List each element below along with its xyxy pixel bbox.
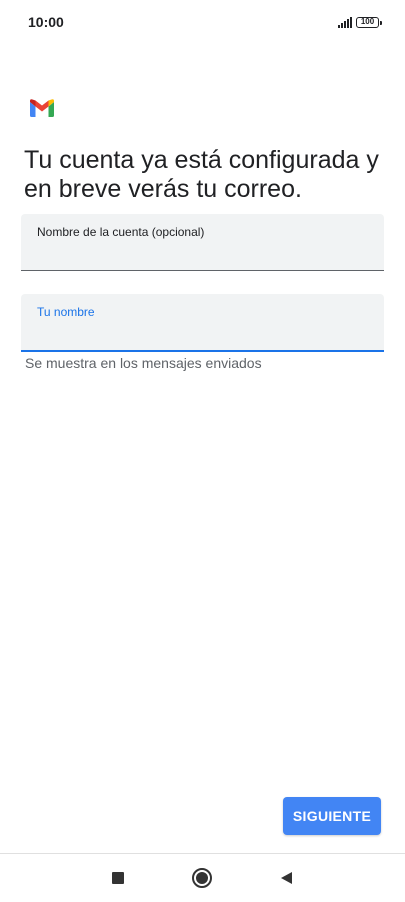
- battery-level: 100: [360, 17, 375, 26]
- recents-icon: [112, 872, 124, 884]
- back-icon: [281, 872, 292, 884]
- recents-button[interactable]: [102, 862, 134, 894]
- status-time: 10:00: [28, 14, 64, 30]
- signal-icon: [338, 16, 352, 28]
- home-button[interactable]: [186, 862, 218, 894]
- account-name-input[interactable]: [37, 242, 367, 264]
- your-name-helper-text: Se muestra en los mensajes enviados: [25, 355, 262, 371]
- your-name-label: Tu nombre: [37, 305, 95, 319]
- navigation-bar: [0, 854, 405, 902]
- home-icon: [192, 868, 212, 888]
- account-name-label: Nombre de la cuenta (opcional): [37, 225, 205, 239]
- page-title: Tu cuenta ya está configurada y en breve…: [24, 146, 379, 203]
- status-bar: 10:00 100: [0, 0, 405, 44]
- back-button[interactable]: [270, 862, 302, 894]
- screen: 10:00 100 Tu cuenta ya está configurada …: [0, 0, 405, 902]
- battery-icon: 100: [356, 16, 382, 28]
- next-button[interactable]: SIGUIENTE: [283, 797, 381, 835]
- your-name-input[interactable]: [37, 322, 367, 344]
- your-name-field[interactable]: Tu nombre: [21, 294, 384, 352]
- status-icons: 100: [338, 14, 382, 30]
- gmail-logo-icon: [30, 99, 54, 117]
- account-name-field[interactable]: Nombre de la cuenta (opcional): [21, 214, 384, 271]
